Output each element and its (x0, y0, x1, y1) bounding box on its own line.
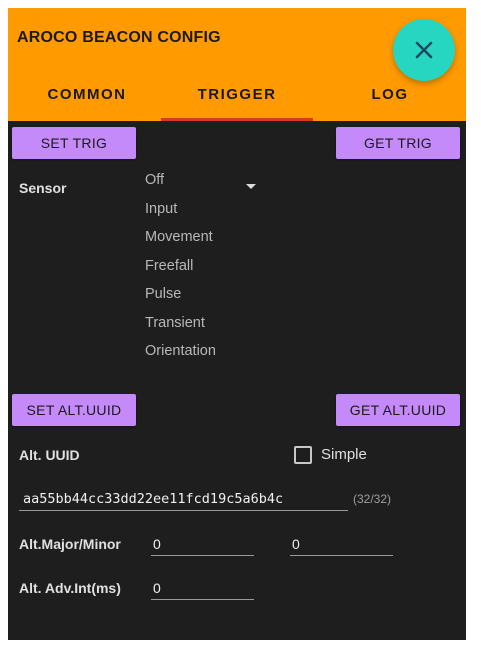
get-trig-button[interactable]: GET TRIG (336, 127, 460, 159)
tab-log[interactable]: LOG (315, 86, 465, 118)
close-button[interactable] (393, 19, 455, 81)
sensor-option-input[interactable]: Input (145, 200, 265, 229)
tab-common[interactable]: COMMON (12, 86, 162, 118)
uuid-char-counter: (32/32) (353, 492, 392, 506)
sensor-label: Sensor (19, 180, 67, 196)
tab-indicator (161, 118, 313, 121)
simple-checkbox-label[interactable]: Simple (321, 446, 367, 463)
sensor-option-movement[interactable]: Movement (145, 228, 265, 257)
alt-major-input[interactable]: 0 (151, 534, 254, 556)
sensor-select[interactable]: Off Input Movement Freefall Pulse Transi… (145, 171, 265, 371)
app-window: AROCO BEACON CONFIG COMMON TRIGGER LOG S… (8, 8, 466, 640)
alt-adv-int-label: Alt. Adv.Int(ms) (19, 580, 121, 596)
alt-minor-input[interactable]: 0 (290, 534, 393, 556)
set-trig-button[interactable]: SET TRIG (12, 127, 136, 159)
sensor-option-orientation[interactable]: Orientation (145, 342, 265, 371)
sensor-option-transient[interactable]: Transient (145, 314, 265, 343)
sensor-option-freefall[interactable]: Freefall (145, 257, 265, 286)
dropdown-arrow-icon[interactable] (246, 184, 256, 189)
get-alt-uuid-button[interactable]: GET ALT.UUID (336, 394, 460, 426)
set-alt-uuid-button[interactable]: SET ALT.UUID (12, 394, 136, 426)
simple-checkbox[interactable] (294, 446, 312, 464)
alt-major-minor-label: Alt.Major/Minor (19, 536, 121, 552)
alt-uuid-label: Alt. UUID (19, 447, 80, 463)
app-title: AROCO BEACON CONFIG (17, 29, 221, 46)
sensor-option-pulse[interactable]: Pulse (145, 285, 265, 314)
close-icon (415, 41, 433, 59)
alt-uuid-input[interactable]: aa55bb44cc33dd22ee11fcd19c5a6b4c (19, 489, 348, 511)
app-header: AROCO BEACON CONFIG COMMON TRIGGER LOG (8, 8, 466, 121)
alt-adv-int-input[interactable]: 0 (151, 578, 254, 600)
tab-trigger[interactable]: TRIGGER (161, 86, 313, 118)
